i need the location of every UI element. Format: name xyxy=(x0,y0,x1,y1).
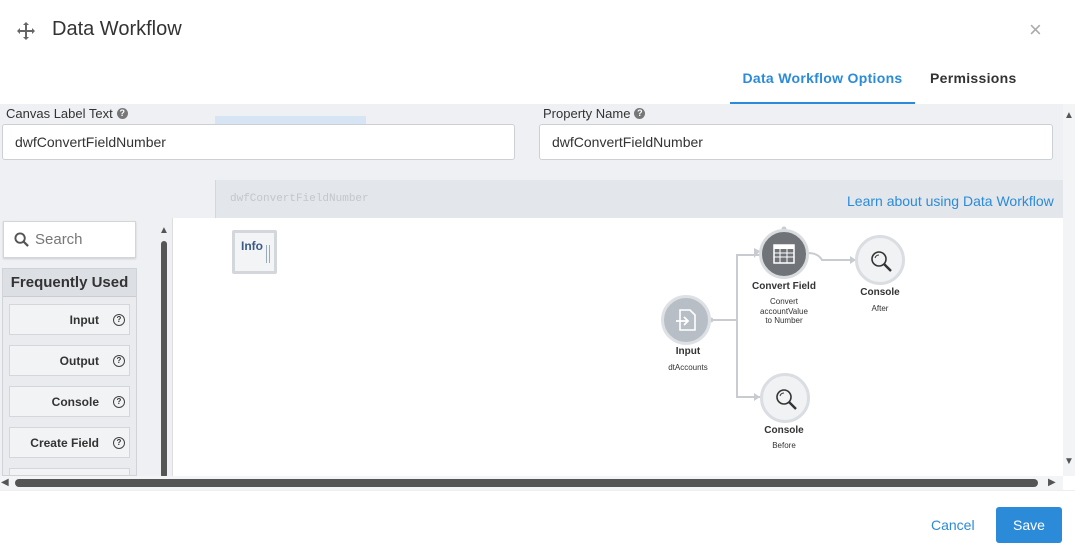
search-placeholder: Search xyxy=(35,231,83,248)
scroll-up-icon[interactable]: ▲ xyxy=(1064,110,1074,121)
palette-scrollbar-thumb[interactable] xyxy=(161,241,167,478)
scroll-right-icon[interactable]: ▶ xyxy=(1048,477,1056,488)
canvas-label-text-input[interactable] xyxy=(2,124,515,160)
background-ghost-box xyxy=(215,116,366,124)
palette-item-input[interactable]: Input ? xyxy=(9,304,130,335)
palette-item-console[interactable]: Console ? xyxy=(9,386,130,417)
node-console-after-title: Console xyxy=(860,287,900,298)
palette-search[interactable]: Search xyxy=(3,221,136,258)
node-input-subtitle: dtAccounts xyxy=(668,363,708,372)
info-handle-icon xyxy=(266,245,270,263)
help-icon[interactable]: ? xyxy=(113,355,125,367)
node-convert-subtitle-1: Convert xyxy=(769,297,798,306)
node-console-before-title: Console xyxy=(764,425,804,436)
frequently-used-panel: Frequently Used Input ? Output ? Console… xyxy=(2,268,137,476)
canvas-label-text-label: Canvas Label Text ? xyxy=(6,106,128,121)
dialog-header: Data Workflow × Data Workflow Options Pe… xyxy=(0,0,1075,104)
node-console-before[interactable] xyxy=(760,373,810,423)
scroll-up-icon[interactable]: ▲ xyxy=(159,225,169,236)
help-icon[interactable]: ? xyxy=(113,437,125,449)
search-icon xyxy=(14,232,29,247)
node-console-before-subtitle: Before xyxy=(772,441,796,450)
property-name-input[interactable] xyxy=(539,124,1053,160)
node-console-after[interactable] xyxy=(855,235,905,285)
node-convert-field[interactable] xyxy=(759,229,809,279)
canvas-horizontal-scrollbar[interactable]: ◀ ▶ xyxy=(0,476,1063,490)
dialog-scrollbar[interactable]: ▲ ▼ xyxy=(1063,104,1075,476)
dialog-title: Data Workflow xyxy=(52,18,182,40)
move-icon[interactable] xyxy=(16,21,36,41)
table-icon xyxy=(773,244,795,264)
palette-item-create-field[interactable]: Create Field ? xyxy=(9,427,130,458)
help-icon[interactable]: ? xyxy=(634,108,646,119)
dialog-footer xyxy=(0,490,1075,549)
save-button[interactable]: Save xyxy=(996,507,1062,543)
scroll-down-icon[interactable]: ▼ xyxy=(1064,456,1074,467)
info-box[interactable]: Info xyxy=(232,230,277,274)
background-ghost-text: dwfConvertFieldNumber xyxy=(230,193,369,205)
magnifier-icon xyxy=(871,251,892,272)
frequently-used-header: Frequently Used xyxy=(3,269,136,297)
help-icon[interactable]: ? xyxy=(113,314,125,326)
tab-data-workflow-options[interactable]: Data Workflow Options xyxy=(730,70,915,104)
help-icon[interactable]: ? xyxy=(113,396,125,408)
magnifier-icon xyxy=(776,389,797,410)
horizontal-scrollbar-thumb[interactable] xyxy=(15,479,1038,487)
learn-data-workflow-link[interactable]: Learn about using Data Workflow xyxy=(847,193,1054,209)
palette-item-output[interactable]: Output ? xyxy=(9,345,130,376)
property-name-label: Property Name ? xyxy=(543,106,646,121)
input-icon xyxy=(676,309,696,331)
scroll-left-icon[interactable]: ◀ xyxy=(1,477,9,488)
palette-scrollbar[interactable]: ▲ xyxy=(159,225,169,478)
close-icon[interactable]: × xyxy=(1029,19,1047,41)
palette-item-partial[interactable] xyxy=(9,468,130,475)
node-console-after-subtitle: After xyxy=(871,304,889,313)
tab-permissions[interactable]: Permissions xyxy=(930,70,1017,104)
node-convert-subtitle-3: to Number xyxy=(765,316,803,325)
help-icon[interactable]: ? xyxy=(116,108,128,119)
node-input-title: Input xyxy=(675,346,701,357)
node-input[interactable] xyxy=(661,295,711,345)
cancel-button[interactable]: Cancel xyxy=(931,517,975,533)
workflow-canvas[interactable] xyxy=(172,218,1053,476)
node-convert-title: Convert Field xyxy=(752,281,816,292)
